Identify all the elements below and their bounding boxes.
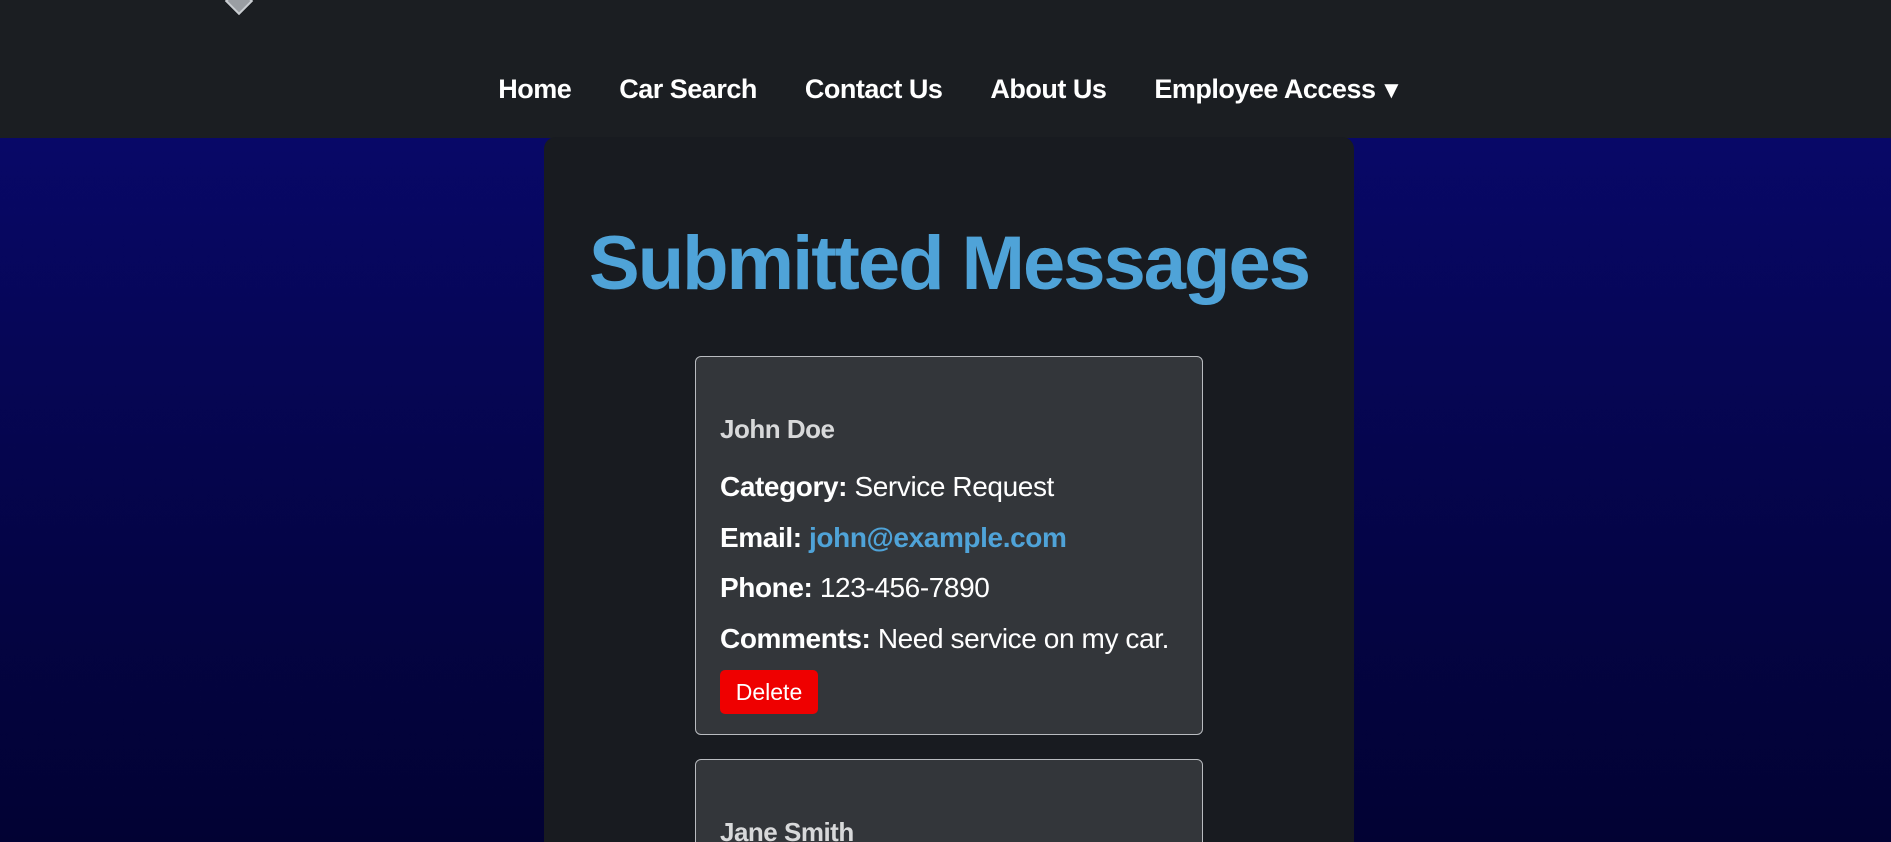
dropdown-caret-icon: ▼ (1379, 77, 1403, 104)
category-value: Service Request (854, 471, 1054, 502)
comments-value: Need service on my car. (877, 623, 1170, 654)
nav-contact-us-link[interactable]: Contact Us (805, 74, 943, 105)
top-navbar: Home Car Search Contact Us About Us Empl… (0, 0, 1891, 138)
main-nav: Home Car Search Contact Us About Us Empl… (0, 74, 1891, 105)
logo-icon[interactable] (224, 0, 254, 16)
employee-access-label: Employee Access (1154, 74, 1376, 104)
email-label: Email: (720, 522, 802, 553)
message-card: Jane Smith (695, 759, 1203, 842)
comments-label: Comments: (720, 623, 871, 654)
message-card: John Doe Category: Service Request Email… (695, 356, 1203, 735)
email-link[interactable]: john@example.com (809, 522, 1067, 553)
phone-value: 123-456-7890 (819, 572, 990, 603)
category-label: Category: (720, 471, 848, 502)
nav-employee-access-dropdown[interactable]: Employee Access ▼ (1154, 74, 1403, 105)
delete-button[interactable]: Delete (720, 670, 818, 714)
message-sender-name: John Doe (720, 414, 835, 444)
message-category: Category: Service Request (720, 471, 1054, 503)
nav-car-search-link[interactable]: Car Search (619, 74, 757, 105)
nav-about-us-link[interactable]: About Us (990, 74, 1106, 105)
message-email: Email: john@example.com (720, 522, 1067, 554)
message-sender-name: Jane Smith (720, 817, 854, 842)
phone-label: Phone: (720, 572, 813, 603)
message-phone: Phone: 123-456-7890 (720, 572, 990, 604)
page-title: Submitted Messages (589, 221, 1311, 306)
nav-home-link[interactable]: Home (498, 74, 572, 105)
message-comments: Comments: Need service on my car. (720, 623, 1169, 655)
